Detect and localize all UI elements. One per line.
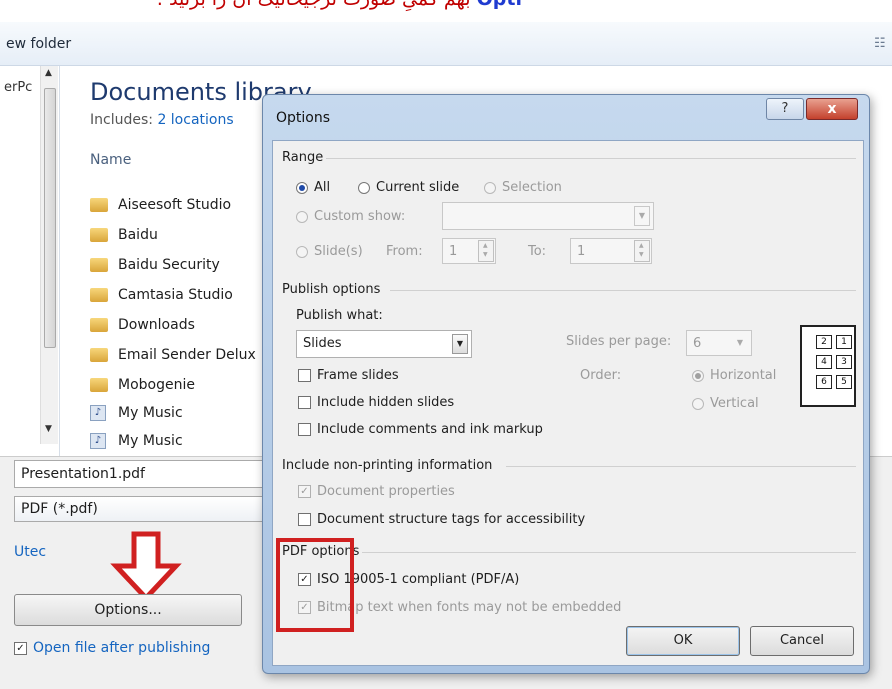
order-cell: 6 <box>816 375 832 389</box>
list-item[interactable]: Baidu <box>90 224 158 246</box>
checkbox-icon[interactable] <box>298 423 311 436</box>
folder-icon <box>90 378 108 392</box>
caption-text: Opti بهم کمیِ صورت ترجیحاتیک آن را برنید… <box>157 0 892 12</box>
music-folder-icon: ♪ <box>90 405 106 421</box>
range-heading: Range <box>282 150 324 165</box>
chevron-down-icon: ▼ <box>634 206 650 226</box>
custom-show-select <box>442 202 654 230</box>
to-spinner <box>634 240 650 262</box>
folder-icon <box>90 198 108 212</box>
radio-icon[interactable] <box>358 181 370 194</box>
structure-tags-checkbox[interactable]: Document structure tags for accessibilit… <box>298 512 585 527</box>
radio-disabled-icon <box>484 181 496 194</box>
list-item[interactable]: Baidu Security <box>90 254 220 276</box>
to-label: To: <box>528 244 547 259</box>
range-custom-show-radio: Custom show: <box>296 209 405 224</box>
new-folder-button[interactable]: ew folder <box>6 36 71 52</box>
slides-per-page-label: Slides per page: <box>566 334 672 349</box>
music-folder-icon: ♪ <box>90 433 106 449</box>
file-name-input[interactable]: Presentation1.pdf <box>14 460 274 488</box>
folder-icon <box>90 288 108 302</box>
document-properties-checkbox: ✓ Document properties <box>298 484 455 499</box>
checkbox-checked-icon[interactable]: ✓ <box>14 641 27 655</box>
checkbox-disabled-checked-icon: ✓ <box>298 485 311 498</box>
list-item[interactable]: ♪ My Music <box>90 430 183 452</box>
nonprinting-heading: Include non-printing information <box>282 458 493 473</box>
locations-link[interactable]: 2 locations <box>157 112 233 128</box>
radio-disabled-selected-icon <box>692 369 704 382</box>
order-cell: 3 <box>836 355 852 369</box>
divider <box>326 158 856 159</box>
range-current-slide-radio[interactable]: Current slide <box>358 180 459 195</box>
folder-icon <box>90 258 108 272</box>
scroll-down-icon[interactable]: ▼ <box>45 424 52 434</box>
list-item[interactable]: ♪ My Music <box>90 402 183 424</box>
range-selection-radio: Selection <box>484 180 562 195</box>
library-includes: Includes: 2 locations <box>90 112 234 128</box>
frame-slides-checkbox[interactable]: Frame slides <box>298 368 399 383</box>
divider <box>506 466 856 467</box>
slide-order-preview-icon: 2 1 4 3 6 5 <box>800 325 856 407</box>
options-button[interactable]: Options... <box>14 594 242 626</box>
divider <box>362 552 856 553</box>
publish-what-select[interactable]: Slides <box>296 330 472 358</box>
radio-disabled-icon <box>296 210 308 223</box>
radio-selected-icon[interactable] <box>296 181 308 194</box>
close-button[interactable]: x <box>806 98 858 120</box>
checkbox-icon[interactable] <box>298 369 311 382</box>
list-item[interactable]: Mobogenie <box>90 374 195 396</box>
list-item[interactable]: Camtasia Studio <box>90 284 233 306</box>
folder-icon <box>90 348 108 362</box>
radio-disabled-icon <box>692 397 704 410</box>
from-spinner <box>478 240 494 262</box>
from-label: From: <box>386 244 423 259</box>
nav-item-computer[interactable]: erPc <box>4 80 32 95</box>
order-cell: 5 <box>836 375 852 389</box>
checkbox-icon[interactable] <box>298 396 311 409</box>
down-arrow-icon <box>110 531 182 602</box>
column-header-name[interactable]: Name <box>90 152 131 168</box>
radio-disabled-icon <box>296 245 308 258</box>
cancel-button[interactable]: Cancel <box>750 626 854 656</box>
checkbox-icon[interactable] <box>298 513 311 526</box>
help-button[interactable]: ? <box>766 98 804 120</box>
list-item[interactable]: Downloads <box>90 314 195 336</box>
include-comments-checkbox[interactable]: Include comments and ink markup <box>298 422 543 437</box>
utec-link[interactable]: Utec <box>14 544 46 560</box>
chevron-down-icon[interactable]: ▼ <box>452 334 468 354</box>
nav-scrollbar[interactable]: ▲ ▼ <box>40 66 58 444</box>
divider <box>390 290 856 291</box>
toolbar <box>0 22 892 66</box>
file-type-select[interactable]: PDF (*.pdf) <box>14 496 274 522</box>
order-cell: 4 <box>816 355 832 369</box>
order-cell: 2 <box>816 335 832 349</box>
list-item[interactable]: Email Sender Delux <box>90 344 256 366</box>
highlight-box <box>276 538 354 632</box>
range-all-radio[interactable]: All <box>296 180 330 195</box>
scroll-up-icon[interactable]: ▲ <box>45 68 52 78</box>
publish-options-heading: Publish options <box>282 282 381 297</box>
order-horizontal-radio: Horizontal <box>692 368 776 383</box>
scroll-thumb[interactable] <box>44 88 56 348</box>
chevron-down-icon: ▼ <box>736 338 744 347</box>
order-vertical-radio: Vertical <box>692 396 759 411</box>
ok-button[interactable]: OK <box>626 626 740 656</box>
dialog-title: Options <box>276 110 331 126</box>
include-hidden-checkbox[interactable]: Include hidden slides <box>298 395 454 410</box>
order-cell: 1 <box>836 335 852 349</box>
folder-icon <box>90 318 108 332</box>
range-slides-radio: Slide(s) <box>296 244 363 259</box>
order-label: Order: <box>580 368 622 383</box>
open-after-publishing-checkbox[interactable]: ✓ Open file after publishing <box>14 640 210 656</box>
list-item[interactable]: Aiseesoft Studio <box>90 194 231 216</box>
publish-what-label: Publish what: <box>296 308 383 323</box>
view-options-icon[interactable]: ☷ <box>874 36 888 51</box>
folder-icon <box>90 228 108 242</box>
